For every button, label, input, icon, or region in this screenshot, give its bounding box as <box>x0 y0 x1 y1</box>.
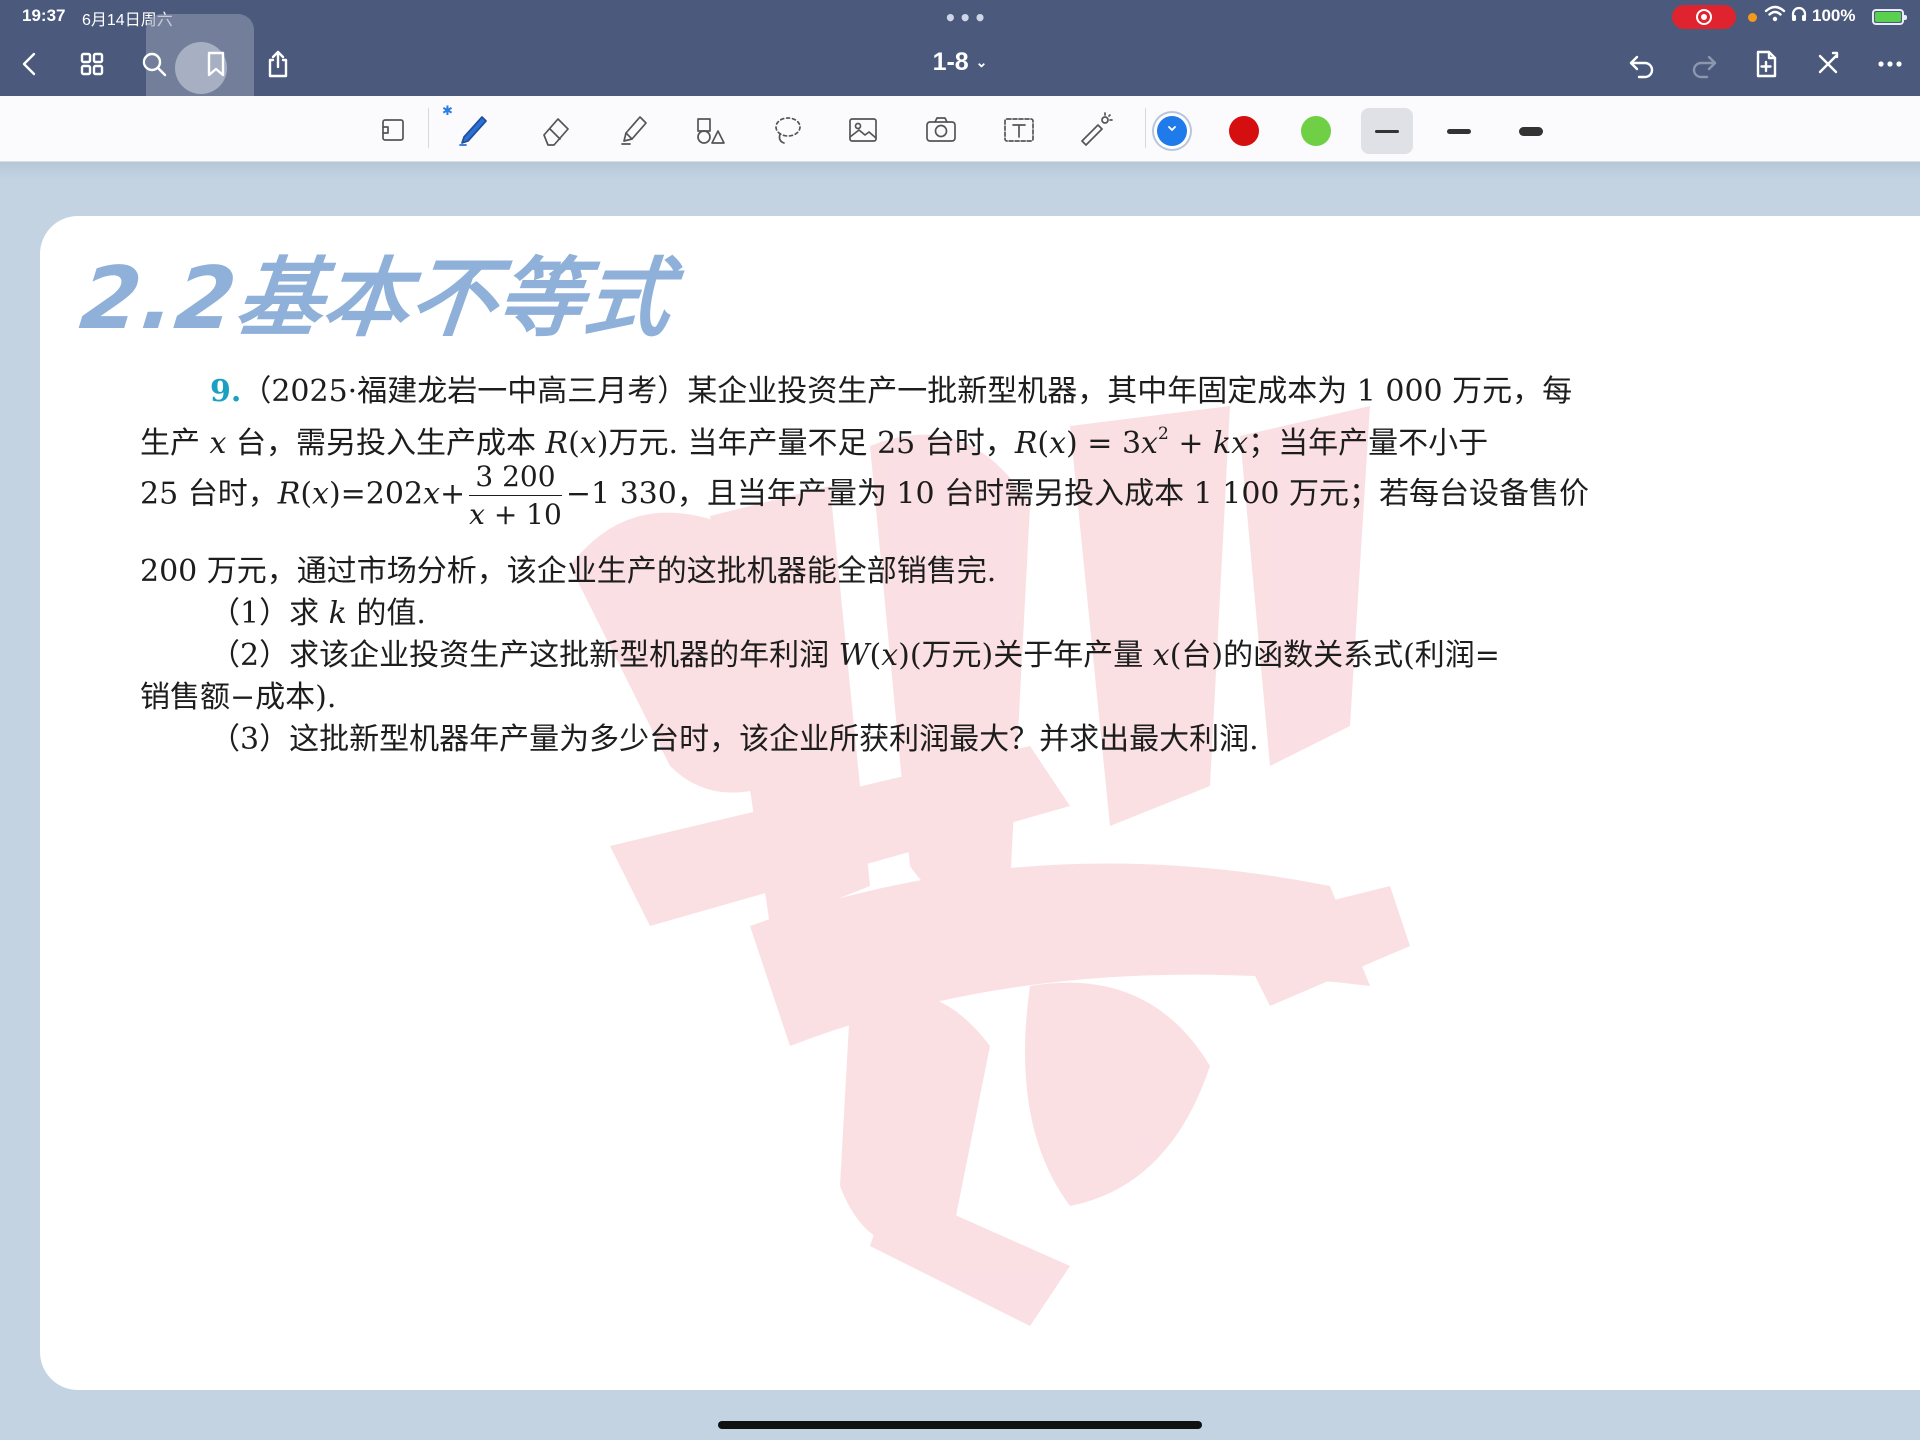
text: 的值. <box>346 596 426 631</box>
sub-question-2: （2）求该企业投资生产这批新型机器的年利润 W(x)(万元)关于年产量 x(台)… <box>210 630 1500 674</box>
back-chevron-icon[interactable] <box>10 44 50 84</box>
multitask-dots-icon[interactable]: ••• <box>944 6 988 30</box>
share-icon[interactable] <box>258 44 298 84</box>
toolbar-divider <box>1145 108 1146 148</box>
text: ( <box>869 638 882 673</box>
text: )万元. 当年产量不足 25 台时， <box>596 426 1015 461</box>
page-top-shadow <box>0 162 1920 180</box>
text: + 10 <box>484 498 562 531</box>
math-R: R <box>545 426 569 461</box>
text: （1）求 <box>210 596 329 631</box>
problem-line-3: 25 台时，R(x)=202x+ 3 200 x + 10 −1 330，且当年产量为… <box>140 460 1589 531</box>
text: )(万元)关于年产量 <box>898 638 1153 673</box>
text: 25 台时， <box>140 476 278 512</box>
math-superscript: 2 <box>1157 424 1169 444</box>
math-R: R <box>1014 426 1038 461</box>
top-navigation-bar: 19:37 6月14日周六 ••• 100% 1-8 ⌄ <box>0 0 1920 120</box>
page-tool-icon[interactable] <box>370 108 416 152</box>
math-W: W <box>838 638 870 673</box>
eraser-icon[interactable] <box>532 108 578 152</box>
text: ( <box>1037 426 1050 461</box>
text: + <box>1168 426 1214 461</box>
battery-percent: 100% <box>1812 6 1856 25</box>
math-fraction: 3 200 x + 10 <box>469 460 562 531</box>
math-kx: kx <box>1213 426 1249 461</box>
color-swatch-red[interactable] <box>1229 116 1259 146</box>
toolbar-divider <box>428 108 429 148</box>
fraction-numerator: 3 200 <box>469 460 562 496</box>
text: （2）求该企业投资生产这批新型机器的年利润 <box>210 638 839 673</box>
math-x: x <box>881 638 899 673</box>
math-R: R <box>277 476 301 512</box>
math-k: k <box>328 596 347 631</box>
battery-charging-icon <box>1872 9 1907 25</box>
text: ( <box>568 426 580 461</box>
fraction-denominator: x + 10 <box>469 496 562 531</box>
lasso-icon[interactable] <box>764 108 810 152</box>
redo-icon[interactable] <box>1684 44 1724 84</box>
headphones-icon <box>1790 5 1808 27</box>
stroke-width-thin[interactable] <box>1361 108 1413 154</box>
text: (台)的函数关系式(利润= <box>1169 638 1500 673</box>
math-x: x <box>209 426 227 461</box>
grid-icon[interactable] <box>72 44 112 84</box>
math-x: x <box>579 426 597 461</box>
bluetooth-icon: ✱ <box>442 104 453 119</box>
pen-icon[interactable] <box>450 108 496 152</box>
bookmark-icon[interactable] <box>196 44 236 84</box>
home-indicator[interactable] <box>718 1421 1202 1429</box>
sub-question-2-continued: 销售额−成本). <box>140 680 337 715</box>
chapter-heading: 2.2基本不等式 <box>75 249 677 349</box>
text: ；当年产量不小于 <box>1248 426 1489 461</box>
camera-icon[interactable] <box>918 108 964 152</box>
orange-dot-icon <box>1748 13 1757 22</box>
text: −1 330，且当年产量为 10 台时需另投入成本 1 100 万元；若每台设备… <box>565 476 1590 512</box>
search-icon[interactable] <box>134 44 174 84</box>
highlighter-icon[interactable] <box>610 108 656 152</box>
problem-line-1: 9.（2025·福建龙岩一中高三月考）某企业投资生产一批新型机器，其中年固定成本… <box>210 366 1572 410</box>
math-x: x <box>469 498 485 531</box>
problem-line-2: 生产 x 台，需另投入生产成本 R(x)万元. 当年产量不足 25 台时，R(x… <box>140 418 1488 462</box>
math-x: x <box>1049 426 1067 461</box>
document-page[interactable]: 2.2基本不等式 9.（2025·福建龙岩一中高三月考）某企业投资生产一批新型机… <box>40 216 1920 1390</box>
wifi-icon <box>1764 5 1786 27</box>
color-swatch-green[interactable] <box>1301 116 1331 146</box>
math-x: x <box>1141 426 1158 461</box>
math-x: x <box>312 476 329 512</box>
problem-number: 9. <box>210 374 242 409</box>
text: ( <box>300 476 313 512</box>
drawing-toolbar <box>0 96 1920 162</box>
color-swatch-blue[interactable] <box>1157 116 1187 146</box>
text: )=202 <box>328 476 424 512</box>
text: 台，需另投入生产成本 <box>226 426 546 461</box>
math-x: x <box>423 476 440 512</box>
text: + <box>439 476 466 512</box>
close-icon[interactable] <box>1808 44 1848 84</box>
text-box-icon[interactable] <box>996 108 1042 152</box>
sub-question-3: （3）这批新型机器年产量为多少台时，该企业所获利润最大？并求出最大利润. <box>210 722 1259 757</box>
status-time: 19:37 <box>22 6 66 25</box>
shapes-icon[interactable] <box>686 108 732 152</box>
undo-icon[interactable] <box>1622 44 1662 84</box>
document-title[interactable]: 1-8 ⌄ <box>900 48 1020 77</box>
more-icon[interactable] <box>1870 44 1910 84</box>
add-page-icon[interactable] <box>1746 44 1786 84</box>
laser-pointer-icon[interactable] <box>1072 108 1118 152</box>
image-icon[interactable] <box>840 108 886 152</box>
problem-text: （2025·福建龙岩一中高三月考）某企业投资生产一批新型机器，其中年固定成本为 … <box>241 374 1573 409</box>
problem-line-4: 200 万元，通过市场分析，该企业生产的这批机器能全部销售完. <box>140 554 997 589</box>
text: ) = 3 <box>1066 426 1142 461</box>
math-x: x <box>1152 638 1170 673</box>
stroke-width-thick[interactable] <box>1505 108 1557 154</box>
screen-record-icon[interactable] <box>1672 5 1736 29</box>
text: 生产 <box>140 426 210 461</box>
stroke-width-medium[interactable] <box>1433 108 1485 154</box>
sub-question-1: （1）求 k 的值. <box>210 588 426 632</box>
